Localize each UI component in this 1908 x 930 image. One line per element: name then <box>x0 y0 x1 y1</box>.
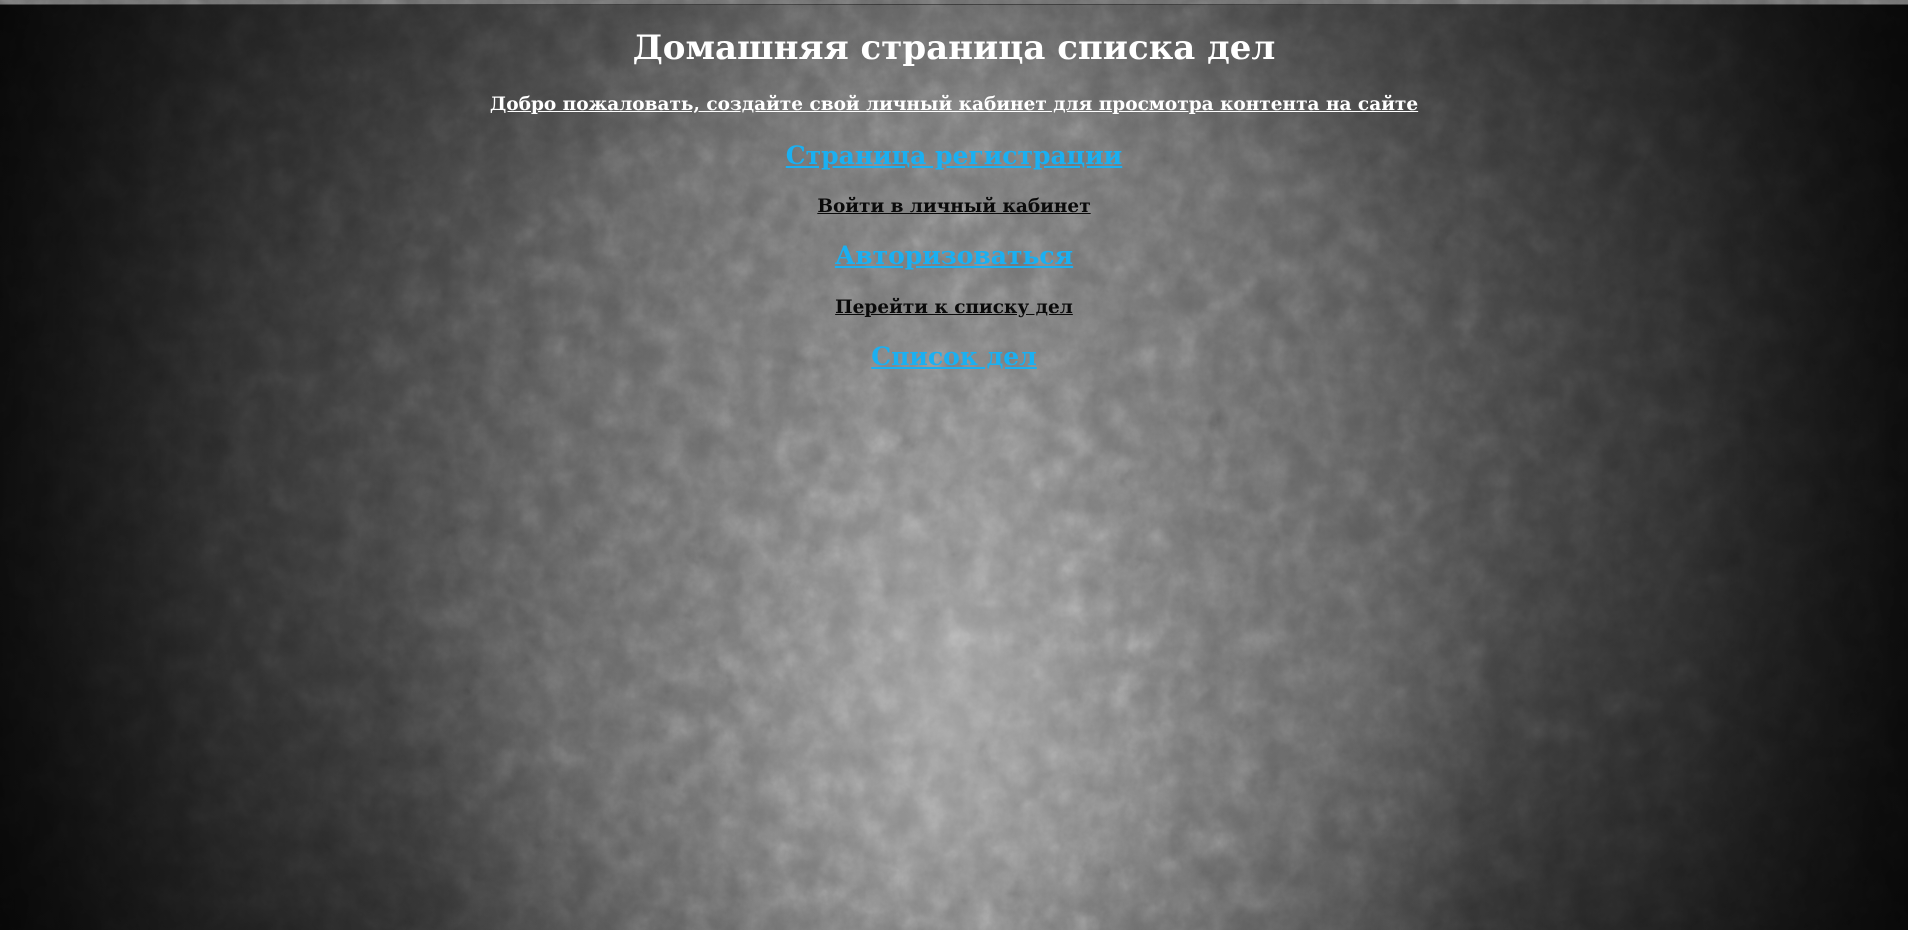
register-link-label[interactable]: Страница регистрации <box>786 141 1122 170</box>
login-hint: Войти в личный кабинет <box>817 196 1091 217</box>
register-link[interactable]: Страница регистрации <box>0 141 1908 170</box>
login-link-label[interactable]: Авторизоваться <box>835 241 1073 270</box>
welcome-text: Добро пожаловать, создайте свой личный к… <box>489 94 1419 115</box>
todo-hint: Перейти к списку дел <box>835 297 1073 318</box>
todo-list-link-label[interactable]: Список дел <box>871 342 1037 371</box>
todo-list-link[interactable]: Список дел <box>0 342 1908 371</box>
browser-top-edge <box>0 0 1908 5</box>
login-link[interactable]: Авторизоваться <box>0 241 1908 270</box>
stone-texture-background <box>0 0 1908 930</box>
page-title: Домашняя страница списка дел <box>632 28 1276 68</box>
